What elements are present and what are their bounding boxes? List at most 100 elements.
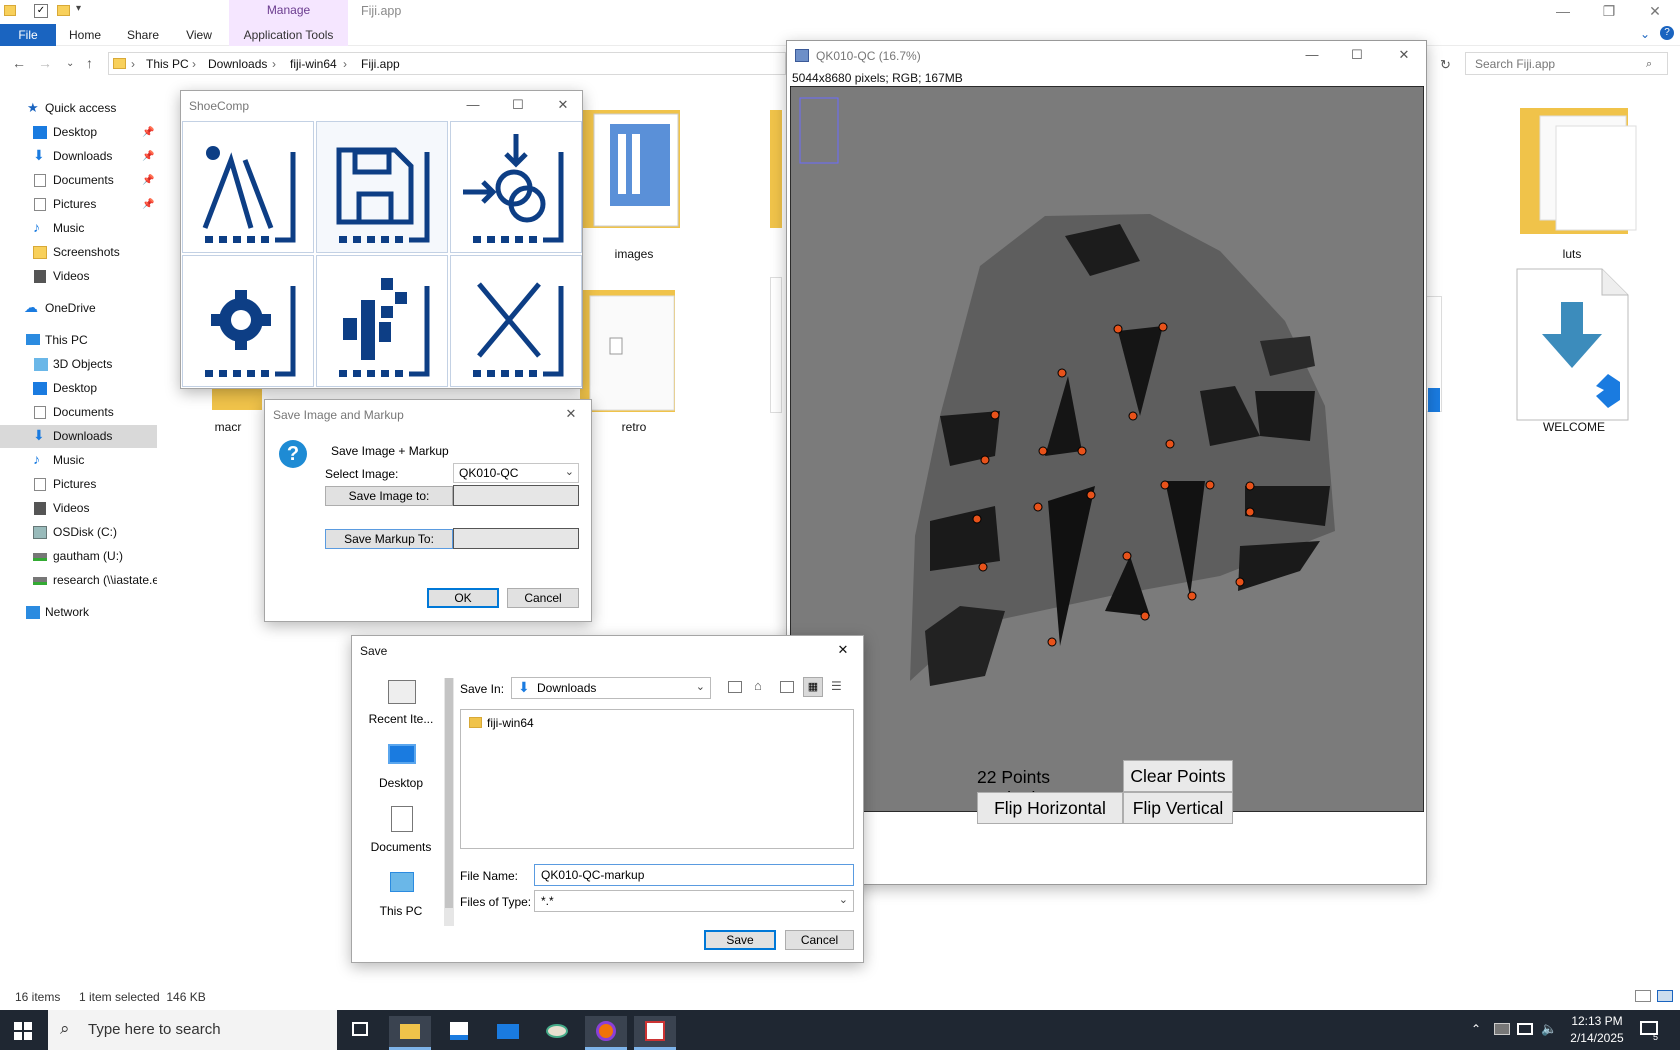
maximize-icon[interactable]: ☐: [1341, 47, 1373, 63]
close-icon[interactable]: ✕: [555, 406, 587, 422]
nav-quick-access[interactable]: ★ Quick access: [0, 97, 157, 120]
save-markup-to-button[interactable]: Save Markup To:: [325, 529, 453, 549]
settings-tile[interactable]: [182, 255, 314, 387]
nav-pc-pictures[interactable]: Pictures: [0, 473, 157, 496]
nav-videos[interactable]: Videos: [0, 265, 157, 288]
nav-music[interactable]: ♪ Music: [0, 217, 157, 240]
tab-view[interactable]: View: [176, 24, 222, 46]
breadcrumb-fiji-app[interactable]: Fiji.app: [361, 57, 400, 71]
nav-pictures[interactable]: Pictures 📌: [0, 193, 157, 216]
welcome-file-icon[interactable]: [1516, 268, 1630, 422]
nav-pc-downloads[interactable]: ⬇ Downloads: [0, 425, 157, 448]
up-folder-icon[interactable]: [728, 681, 742, 693]
fiji-image-titlebar[interactable]: QK010-QC (16.7%): [787, 41, 1426, 71]
flip-horizontal-button[interactable]: Flip Horizontal: [977, 792, 1123, 824]
folder-icon[interactable]: [770, 110, 782, 228]
nav-desktop[interactable]: Desktop 📌: [0, 121, 157, 144]
close-icon[interactable]: ✕: [1632, 0, 1678, 24]
open-image-tile[interactable]: [182, 121, 314, 253]
file-type-dropdown[interactable]: *.* ⌄: [534, 890, 854, 912]
nav-this-pc[interactable]: This PC: [0, 329, 157, 352]
place-this-pc[interactable]: This PC: [358, 866, 444, 926]
file-icon[interactable]: [770, 277, 782, 413]
nav-osdisk[interactable]: OSDisk (C:): [0, 521, 157, 544]
shoecomp-window[interactable]: ShoeComp — ☐ ✕: [180, 90, 583, 389]
save-markup-path-field[interactable]: [453, 528, 579, 549]
file-label-retro[interactable]: retro: [574, 420, 694, 434]
properties-icon[interactable]: ✓: [34, 4, 48, 18]
paint-taskbar-icon[interactable]: [536, 1016, 578, 1050]
clock-date[interactable]: 2/14/2025: [1566, 1031, 1628, 1045]
restore-icon[interactable]: ❐: [1586, 0, 1632, 24]
tray-overflow-icon[interactable]: ⌃: [1471, 1022, 1481, 1036]
list-item[interactable]: fiji-win64: [467, 715, 617, 733]
manage-context-tab[interactable]: Manage: [229, 0, 348, 24]
mail-taskbar-icon[interactable]: [487, 1016, 529, 1050]
save-button[interactable]: Save: [704, 930, 776, 950]
clear-points-button[interactable]: Clear Points: [1123, 760, 1233, 792]
nav-documents[interactable]: Documents 📌: [0, 169, 157, 192]
save-image-to-button[interactable]: Save Image to:: [325, 486, 453, 506]
place-documents[interactable]: Documents: [358, 802, 444, 862]
windows-start-icon[interactable]: [14, 1022, 32, 1040]
flip-vertical-button[interactable]: Flip Vertical: [1123, 792, 1233, 824]
expand-ribbon-icon[interactable]: ⌄: [1640, 27, 1650, 41]
tab-application-tools[interactable]: Application Tools: [229, 24, 348, 46]
nav-pc-desktop[interactable]: Desktop: [0, 377, 157, 400]
minimize-icon[interactable]: —: [457, 97, 489, 112]
firefox-taskbar-icon[interactable]: [585, 1016, 627, 1050]
scroll-thumb[interactable]: [445, 678, 453, 908]
file-label-images[interactable]: images: [574, 247, 694, 261]
tab-home[interactable]: Home: [62, 24, 108, 46]
save-dialog-titlebar[interactable]: Save: [352, 636, 863, 666]
save-tile[interactable]: [316, 121, 448, 253]
new-folder-icon[interactable]: [780, 681, 794, 693]
search-icon[interactable]: ⌕: [1646, 58, 1652, 71]
tab-file[interactable]: File: [0, 24, 56, 46]
cancel-button[interactable]: Cancel: [785, 930, 854, 950]
info-tile[interactable]: [316, 255, 448, 387]
nav-screenshots[interactable]: Screenshots: [0, 241, 157, 264]
refresh-icon[interactable]: ↻: [1440, 57, 1451, 73]
nav-3d-objects[interactable]: 3D Objects: [0, 353, 157, 376]
file-name-input[interactable]: QK010-QC-markup: [534, 864, 854, 886]
large-icons-view-icon[interactable]: [1657, 990, 1673, 1002]
save-file-dialog[interactable]: Save ✕ Recent Ite... Desktop Documents T…: [351, 635, 864, 963]
details-view-icon[interactable]: ☰: [831, 679, 842, 693]
place-recent-items[interactable]: Recent Ite...: [358, 674, 444, 734]
network-tray-icon[interactable]: [1517, 1023, 1533, 1035]
save-image-path-field[interactable]: [453, 485, 579, 506]
nav-research-drive[interactable]: research (\\iastate.e: [0, 569, 157, 592]
recent-locations-icon[interactable]: ⌄: [66, 58, 74, 69]
back-icon[interactable]: ←: [12, 55, 26, 71]
tab-share[interactable]: Share: [120, 24, 166, 46]
nav-gautham-drive[interactable]: gautham (U:): [0, 545, 157, 568]
nav-pc-videos[interactable]: Videos: [0, 497, 157, 520]
file-explorer-taskbar-icon[interactable]: [389, 1016, 431, 1050]
fiji-image-window[interactable]: QK010-QC (16.7%) — ☐ ✕ 5044x8680 pixels;…: [786, 40, 1427, 885]
retro-folder-icon[interactable]: [580, 280, 680, 420]
store-taskbar-icon[interactable]: [438, 1016, 480, 1050]
breadcrumb-this-pc[interactable]: This PC: [146, 57, 189, 71]
close-icon[interactable]: ✕: [547, 97, 579, 113]
search-input[interactable]: Search Fiji.app: [1465, 52, 1668, 75]
compare-tile[interactable]: [450, 121, 582, 253]
places-scrollbar[interactable]: [444, 678, 454, 926]
shoeprint-image-canvas[interactable]: [790, 86, 1424, 812]
list-view-icon[interactable]: ▦: [803, 677, 823, 697]
file-list[interactable]: fiji-win64: [460, 709, 854, 849]
forward-icon[interactable]: →: [38, 55, 52, 71]
nav-onedrive[interactable]: ☁ OneDrive: [0, 297, 157, 320]
minimize-icon[interactable]: —: [1296, 47, 1328, 62]
maximize-icon[interactable]: ☐: [502, 97, 534, 113]
breadcrumb-fiji-win64[interactable]: fiji-win64: [290, 57, 337, 71]
up-icon[interactable]: ↑: [86, 55, 93, 71]
save-image-markup-dialog[interactable]: Save Image and Markup ✕ ? Save Image + M…: [264, 399, 592, 622]
breadcrumb-downloads[interactable]: Downloads: [208, 57, 267, 71]
details-view-icon[interactable]: [1635, 990, 1651, 1002]
home-icon[interactable]: ⌂: [754, 678, 762, 693]
clock-time[interactable]: 12:13 PM: [1570, 1014, 1624, 1028]
taskbar-search-box[interactable]: ⌕ Type here to search: [48, 1010, 337, 1050]
select-image-dropdown[interactable]: QK010-QC ⌄: [453, 463, 579, 483]
address-bar[interactable]: › This PC › Downloads › fiji-win64 › Fij…: [108, 52, 786, 75]
